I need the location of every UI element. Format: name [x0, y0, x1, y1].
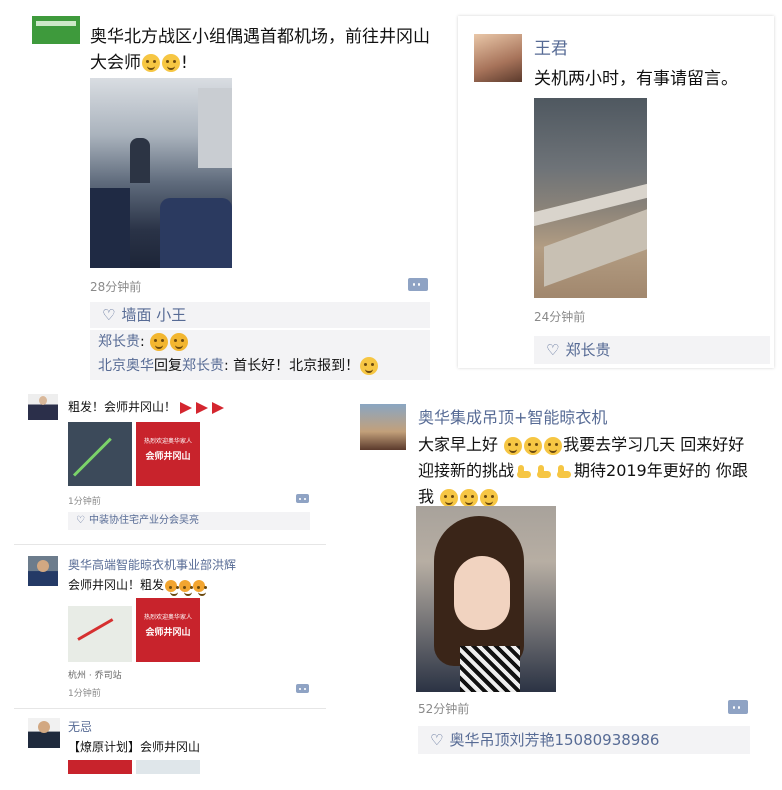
likes-bar: ♡ 中装协住宅产业分会吴亮 — [68, 512, 310, 530]
smile-emoji-icon — [142, 54, 160, 72]
heart-icon: ♡ — [76, 515, 85, 526]
post-text-body: 粗发！会师井冈山！ — [68, 400, 177, 414]
like-names[interactable]: 中装协住宅产业分会吴亮 — [89, 515, 199, 526]
like-names[interactable]: 奥华吊顶刘芳艳15080938986 — [449, 731, 659, 749]
flag-icon — [196, 401, 209, 414]
avatar[interactable] — [474, 34, 522, 82]
heart-icon: ♡ — [430, 731, 444, 749]
comment-item[interactable]: 郑长贵: — [98, 330, 430, 354]
heart-icon: ♡ — [102, 306, 116, 324]
post-2: 王君 关机两小时，有事请留言。 24分钟前 ♡ 郑长贵 — [458, 16, 774, 368]
like-names[interactable]: 郑长贵 — [565, 341, 610, 359]
laugh-emoji-icon — [170, 333, 189, 351]
post-text: 粗发！会师井冈山！ — [68, 398, 225, 415]
likes-bar: ♡ 墙面 小王 — [90, 302, 430, 328]
post-3: 粗发！会师井冈山！ 热烈欢迎奥华家人 会师井冈山 1分钟前 ♡ 中装协住宅产业分会… — [14, 386, 326, 534]
comment-item[interactable]: 北京奥华回复郑长贵: 首长好！北京报到！ — [98, 354, 430, 378]
avatar[interactable] — [28, 556, 58, 586]
post-author[interactable]: 王君 — [534, 34, 568, 59]
comment-text: : 首长好！北京报到！ — [224, 358, 360, 374]
post-author[interactable]: 奥华集成吊顶+智能晾衣机 — [418, 404, 607, 428]
banner-line2: 会师井冈山 — [145, 628, 191, 638]
event-banner-image[interactable]: 热烈欢迎奥华家人 会师井冈山 — [136, 422, 200, 486]
more-options-icon[interactable] — [296, 494, 309, 503]
blush-emoji-icon — [544, 436, 563, 455]
post-time: 1分钟前 — [68, 689, 101, 699]
laugh-emoji-icon — [150, 333, 169, 351]
map-image[interactable] — [68, 598, 132, 662]
reply-label: 回复 — [154, 358, 182, 374]
post-text: 关机两小时，有事请留言。 — [534, 69, 738, 89]
grin-emoji-icon — [360, 357, 379, 375]
post-time: 52分钟前 — [418, 702, 470, 716]
post-photo-selfie[interactable] — [416, 506, 556, 692]
flexed-arm-icon — [535, 463, 553, 481]
post-text-body: 奥华北方战区小组偶遇首都机场，前往井冈山大会师 — [90, 27, 430, 73]
comment-reply-to[interactable]: 郑长贵 — [182, 358, 224, 374]
tongue-emoji-icon — [460, 488, 479, 507]
post-author[interactable]: 无忌 — [68, 718, 92, 735]
fist-emoji-icon — [193, 579, 207, 596]
avatar[interactable] — [28, 718, 60, 748]
post-text: 会师井冈山！粗发 — [68, 576, 207, 596]
event-banner-image[interactable]: 热烈欢迎奥华家人 会师井冈山 — [136, 598, 200, 662]
more-options-icon[interactable] — [296, 684, 309, 693]
comment-author[interactable]: 北京奥华 — [98, 358, 154, 374]
post-time: 24分钟前 — [534, 310, 586, 324]
post-location[interactable]: 杭州 · 乔司站 — [68, 668, 122, 681]
flexed-arm-icon — [555, 463, 573, 481]
fist-emoji-icon — [179, 579, 193, 596]
post-text: 【燎原计划】会师井冈山 — [68, 740, 201, 754]
post-6: 无忌 【燎原计划】会师井冈山 — [14, 712, 326, 778]
more-options-icon[interactable] — [728, 700, 748, 714]
post-author[interactable]: 奥华高端智能晾衣机事业部洪辉 — [68, 556, 236, 573]
banner-line1: 热烈欢迎奥华家人 — [143, 438, 192, 445]
post-text-body: 会师井冈山！粗发 — [68, 578, 165, 592]
post-photo-airplane-cabin[interactable] — [90, 78, 232, 268]
tongue-emoji-icon — [440, 488, 459, 507]
banner-line2: 会师井冈山 — [145, 452, 191, 462]
smile-emoji-icon — [162, 54, 180, 72]
post-4: 奥华集成吊顶+智能晾衣机 大家早上好 我要去学习几天 回来好好迎接新的挑战 期待2… — [342, 396, 762, 768]
avatar[interactable] — [28, 394, 58, 420]
post-image-thumb[interactable] — [136, 760, 200, 774]
more-options-icon[interactable] — [408, 278, 428, 291]
blush-emoji-icon — [524, 436, 543, 455]
divider — [14, 544, 326, 545]
avatar[interactable] — [360, 404, 406, 450]
flexed-arm-icon — [515, 463, 533, 481]
blush-emoji-icon — [504, 436, 523, 455]
post-time: 1分钟前 — [68, 497, 101, 507]
banner-line1: 热烈欢迎奥华家人 — [143, 614, 192, 621]
comment-author[interactable]: 郑长贵 — [98, 334, 140, 350]
map-image[interactable] — [68, 422, 132, 486]
post-1: 奥华北方战区小组偶遇首都机场，前往井冈山大会师! 28分钟前 ♡ 墙面 小王 郑长… — [22, 8, 437, 380]
avatar[interactable] — [32, 16, 80, 44]
heart-icon: ♡ — [546, 341, 560, 359]
likes-bar: ♡ 奥华吊顶刘芳艳15080938986 — [418, 726, 750, 754]
post-image-thumb[interactable] — [68, 760, 132, 774]
fist-emoji-icon — [165, 579, 179, 596]
post-text: 大家早上好 我要去学习几天 回来好好迎接新的挑战 期待2019年更好的 你跟我 — [418, 432, 756, 510]
comment-list: 郑长贵: 北京奥华回复郑长贵: 首长好！北京报到！ — [90, 330, 430, 380]
flag-icon — [180, 401, 193, 414]
divider — [14, 708, 326, 709]
post-time: 28分钟前 — [90, 280, 142, 294]
post-photo-airplane-wing[interactable] — [534, 98, 647, 298]
tongue-emoji-icon — [480, 488, 499, 507]
post-text-end: ! — [181, 53, 188, 73]
flag-icon — [212, 401, 225, 414]
post-text: 奥华北方战区小组偶遇首都机场，前往井冈山大会师! — [90, 24, 430, 76]
post-5: 奥华高端智能晾衣机事业部洪辉 会师井冈山！粗发 热烈欢迎奥华家人 会师井冈山 杭… — [14, 548, 326, 704]
like-names[interactable]: 墙面 小王 — [121, 306, 186, 324]
comment-text: : — [140, 334, 150, 350]
likes-bar: ♡ 郑长贵 — [534, 336, 770, 364]
post-text-a: 大家早上好 — [418, 435, 499, 454]
